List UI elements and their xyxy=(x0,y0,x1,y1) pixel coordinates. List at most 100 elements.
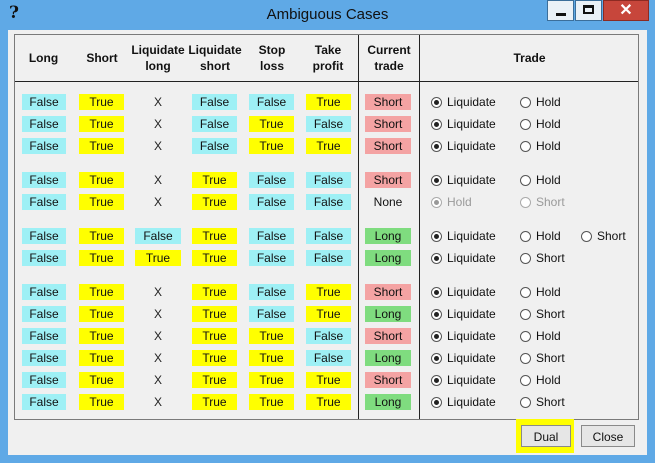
radio-label: Liquidate xyxy=(447,95,496,109)
radio-hold[interactable]: Hold xyxy=(520,372,561,388)
cell-take-profit: False xyxy=(306,350,351,366)
radio-circle-icon xyxy=(520,196,531,208)
cell-take-profit: True xyxy=(306,138,351,154)
cell-short: True xyxy=(79,228,124,244)
radio-circle-icon xyxy=(520,140,531,152)
header-trade: Trade xyxy=(513,51,546,65)
radio-hold[interactable]: Hold xyxy=(520,328,561,344)
header-liquidate-short: Liquidate short xyxy=(188,43,242,73)
radio-short[interactable]: Short xyxy=(520,394,565,410)
cell-stop-loss: True xyxy=(249,372,294,388)
cell-long: False xyxy=(22,328,66,344)
cell-liquidate-short: True xyxy=(192,350,237,366)
minimize-icon xyxy=(556,13,566,16)
cell-long: False xyxy=(22,116,66,132)
cell-stop-loss: True xyxy=(249,394,294,410)
cell-short: True xyxy=(79,328,124,344)
cell-stop-loss: False xyxy=(249,250,294,266)
close-icon: ✕ xyxy=(619,2,633,19)
radio-hold[interactable]: Hold xyxy=(520,228,561,244)
radio-liquidate[interactable]: Liquidate xyxy=(431,350,496,366)
radio-hold: Hold xyxy=(431,194,472,210)
close-window-button[interactable]: ✕ xyxy=(603,0,649,21)
radio-hold[interactable]: Hold xyxy=(520,138,561,154)
radio-label: Hold xyxy=(536,117,561,131)
cell-liquidate-short: True xyxy=(192,372,237,388)
radio-liquidate[interactable]: Liquidate xyxy=(431,306,496,322)
table-row: False True X True False False None Hold Short xyxy=(15,191,638,213)
cell-current-trade: Long xyxy=(365,306,411,322)
minimize-button[interactable] xyxy=(547,0,574,21)
radio-circle-icon xyxy=(520,118,531,130)
radio-label: Liquidate xyxy=(447,173,496,187)
cell-liquidate-long: X xyxy=(153,395,162,409)
cell-liquidate-long: False xyxy=(135,228,181,244)
radio-hold[interactable]: Hold xyxy=(520,116,561,132)
cell-current-trade: Short xyxy=(365,138,411,154)
cell-liquidate-short: True xyxy=(192,228,237,244)
radio-short[interactable]: Short xyxy=(520,350,565,366)
cell-long: False xyxy=(22,350,66,366)
header-stop-loss: Stop loss xyxy=(258,43,286,73)
radio-liquidate[interactable]: Liquidate xyxy=(431,138,496,154)
cell-short: True xyxy=(79,284,124,300)
cell-liquidate-short: True xyxy=(192,250,237,266)
radio-circle-icon xyxy=(431,286,442,298)
cell-liquidate-long: True xyxy=(135,250,181,266)
maximize-button[interactable] xyxy=(575,0,602,21)
cell-stop-loss: False xyxy=(249,172,294,188)
radio-short[interactable]: Short xyxy=(520,250,565,266)
dual-button[interactable]: Dual xyxy=(521,425,571,447)
radio-liquidate[interactable]: Liquidate xyxy=(431,228,496,244)
cell-liquidate-long: X xyxy=(153,307,162,321)
cell-long: False xyxy=(22,138,66,154)
radio-liquidate[interactable]: Liquidate xyxy=(431,94,496,110)
radio-liquidate[interactable]: Liquidate xyxy=(431,372,496,388)
radio-liquidate[interactable]: Liquidate xyxy=(431,284,496,300)
radio-label: Hold xyxy=(536,139,561,153)
cell-stop-loss: True xyxy=(249,138,294,154)
radio-circle-icon xyxy=(520,252,531,264)
cell-short: True xyxy=(79,306,124,322)
cell-take-profit: False xyxy=(306,250,351,266)
radio-hold[interactable]: Hold xyxy=(520,172,561,188)
cell-liquidate-short: True xyxy=(192,394,237,410)
cell-take-profit: True xyxy=(306,306,351,322)
radio-liquidate[interactable]: Liquidate xyxy=(431,172,496,188)
radio-hold[interactable]: Hold xyxy=(520,94,561,110)
cell-stop-loss: False xyxy=(249,94,294,110)
cell-short: True xyxy=(79,372,124,388)
table-row: False True True True False False Long Liquidate… xyxy=(15,247,638,269)
radio-liquidate[interactable]: Liquidate xyxy=(431,250,496,266)
radio-circle-icon xyxy=(431,308,442,320)
cell-take-profit: False xyxy=(306,194,351,210)
radio-liquidate[interactable]: Liquidate xyxy=(431,394,496,410)
cell-liquidate-short: True xyxy=(192,284,237,300)
cell-current-trade: Short xyxy=(365,172,411,188)
radio-hold[interactable]: Hold xyxy=(520,284,561,300)
radio-short[interactable]: Short xyxy=(581,228,626,244)
table-row: False True X True False False Short Liquidate Ho… xyxy=(15,169,638,191)
cell-stop-loss: False xyxy=(249,194,294,210)
radio-circle-icon xyxy=(520,286,531,298)
cell-liquidate-short: False xyxy=(192,94,237,110)
table-row: False True False True False False Long Liquidat… xyxy=(15,225,638,247)
cell-liquidate-long: X xyxy=(153,117,162,131)
cell-current-trade: None xyxy=(373,195,403,209)
radio-label: Liquidate xyxy=(447,351,496,365)
cell-current-trade: Short xyxy=(365,372,411,388)
radio-short[interactable]: Short xyxy=(520,306,565,322)
cell-take-profit: True xyxy=(306,94,351,110)
cell-short: True xyxy=(79,250,124,266)
cell-liquidate-long: X xyxy=(153,373,162,387)
radio-liquidate[interactable]: Liquidate xyxy=(431,328,496,344)
cell-short: True xyxy=(79,194,124,210)
radio-label: Hold xyxy=(536,285,561,299)
title-bar[interactable]: ? Ambiguous Cases ✕ xyxy=(0,0,655,30)
close-button[interactable]: Close xyxy=(581,425,635,447)
header-liquidate-long: Liquidate long xyxy=(131,43,185,73)
radio-label: Hold xyxy=(536,373,561,387)
radio-label: Liquidate xyxy=(447,373,496,387)
radio-liquidate[interactable]: Liquidate xyxy=(431,116,496,132)
radio-label: Liquidate xyxy=(447,229,496,243)
